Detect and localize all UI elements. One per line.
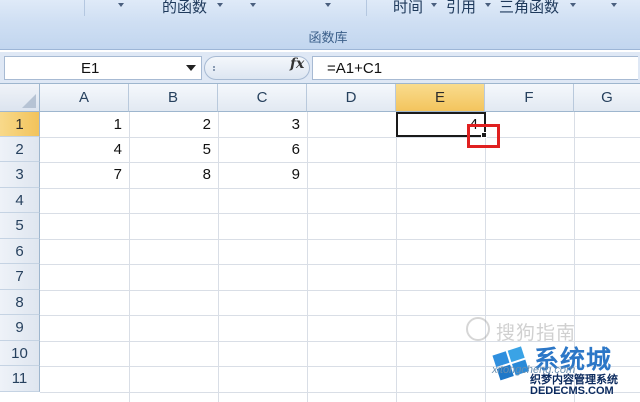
column-header-e[interactable]: E — [396, 84, 485, 112]
cell-b2[interactable]: 5 — [129, 137, 218, 162]
select-all-button[interactable] — [0, 84, 40, 112]
ribbon-separator — [84, 0, 85, 16]
insert-function-icon[interactable]: fx — [290, 56, 304, 72]
column-header-f[interactable]: F — [485, 84, 574, 112]
row-header-4[interactable]: 4 — [0, 188, 40, 213]
ribbon-item-lookup[interactable]: 引用 — [446, 0, 476, 18]
cell-a3[interactable]: 7 — [40, 162, 129, 187]
chevron-down-icon[interactable] — [431, 3, 439, 9]
column-header-d[interactable]: D — [307, 84, 396, 112]
ribbon-item-math-trig[interactable]: 三角函数 — [499, 0, 559, 18]
grid-line — [40, 188, 640, 189]
cell-b1[interactable]: 2 — [129, 112, 218, 137]
site-watermark: 系统城 xitongcheng.com 织梦内容管理系统 DEDECMS.COM — [490, 340, 640, 402]
cms-domain: DEDECMS.COM — [530, 385, 614, 397]
drag-handle-icon[interactable] — [213, 66, 217, 70]
row-header-1[interactable]: 1 — [0, 112, 40, 137]
ribbon-item-datetime-functions[interactable]: 的函数 — [162, 0, 207, 18]
ribbon: 的函数 时间 引用 三角函数 函数库 — [0, 0, 640, 50]
row-header-8[interactable]: 8 — [0, 290, 40, 315]
chevron-down-icon[interactable] — [217, 3, 225, 9]
chevron-down-icon[interactable] — [325, 3, 333, 9]
chevron-down-icon[interactable] — [118, 3, 126, 9]
formula-text: =A1+C1 — [327, 60, 383, 77]
grid-line — [485, 112, 486, 402]
grid-line — [40, 264, 640, 265]
row-header-10[interactable]: 10 — [0, 341, 40, 366]
chevron-down-icon[interactable] — [611, 3, 619, 9]
function-library-label: 函数库 — [308, 30, 348, 45]
grid-line — [396, 112, 397, 402]
row-header-9[interactable]: 9 — [0, 315, 40, 341]
row-header-6[interactable]: 6 — [0, 239, 40, 264]
column-header-c[interactable]: C — [218, 84, 307, 112]
cell-a1[interactable]: 1 — [40, 112, 129, 137]
grid-line — [40, 213, 640, 214]
row-header-7[interactable]: 7 — [0, 264, 40, 290]
formula-input[interactable]: =A1+C1 — [312, 56, 638, 80]
sogou-logo-icon — [466, 317, 490, 341]
ribbon-separator — [366, 0, 367, 16]
ribbon-function-row: 的函数 时间 引用 三角函数 — [0, 0, 640, 22]
name-box-value: E1 — [81, 60, 100, 77]
column-header-g[interactable]: G — [574, 84, 640, 112]
grid-line — [40, 239, 640, 240]
column-header-a[interactable]: A — [40, 84, 129, 112]
column-header-b[interactable]: B — [129, 84, 218, 112]
ribbon-item-time[interactable]: 时间 — [393, 0, 423, 18]
row-header-5[interactable]: 5 — [0, 213, 40, 239]
cell-c1[interactable]: 3 — [218, 112, 307, 137]
chevron-down-icon[interactable] — [485, 3, 493, 9]
row-header-2[interactable]: 2 — [0, 137, 40, 162]
row-header-3[interactable]: 3 — [0, 162, 40, 188]
chevron-down-icon[interactable] — [250, 3, 258, 9]
ribbon-group-label: 函数库 — [0, 27, 640, 46]
cell-b3[interactable]: 8 — [129, 162, 218, 187]
fill-handle-highlight — [467, 124, 500, 148]
cell-c2[interactable]: 6 — [218, 137, 307, 162]
cell-c3[interactable]: 9 — [218, 162, 307, 187]
grid-line — [307, 112, 308, 402]
formula-bar: E1 fx =A1+C1 — [0, 52, 640, 84]
chevron-down-icon[interactable] — [185, 63, 197, 73]
chevron-down-icon[interactable] — [570, 3, 578, 9]
name-box[interactable]: E1 — [4, 56, 202, 80]
grid-line — [40, 290, 640, 291]
cell-a2[interactable]: 4 — [40, 137, 129, 162]
row-header-11[interactable]: 11 — [0, 366, 40, 392]
